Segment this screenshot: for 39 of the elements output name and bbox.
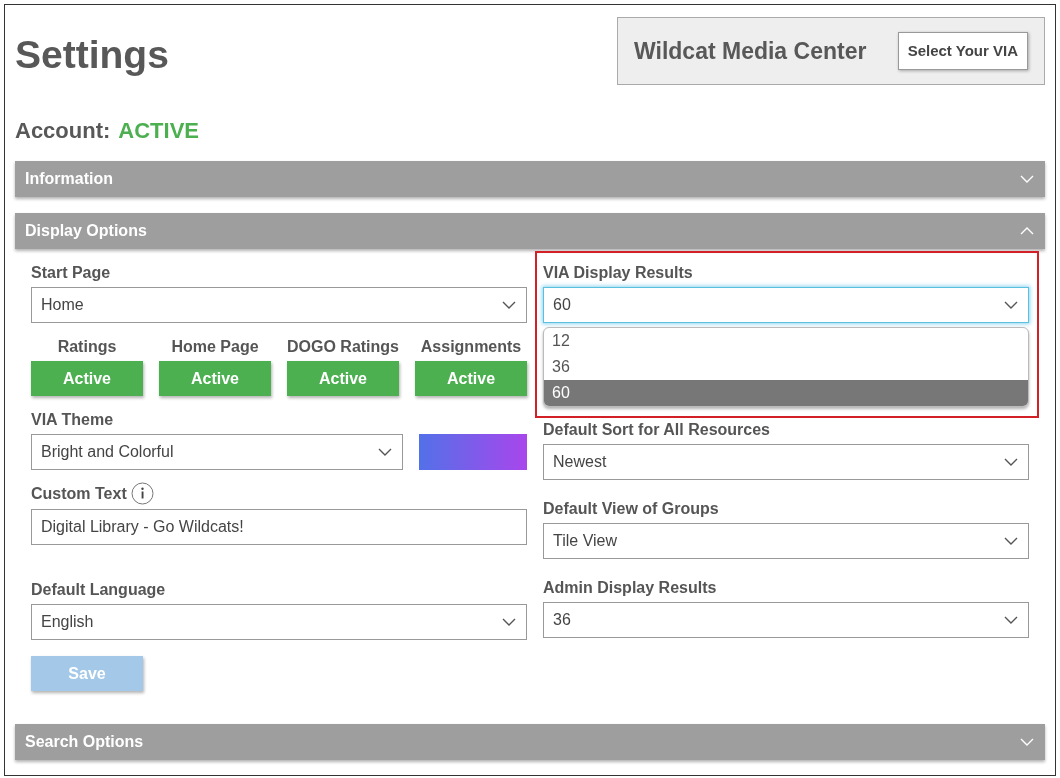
field-label: Default Sort for All Resources	[543, 420, 771, 440]
select-field[interactable]: 60	[543, 287, 1029, 323]
toggle-label: Assignments	[420, 337, 522, 357]
chevron-down-icon	[1019, 738, 1035, 746]
select-field[interactable]: 36	[543, 602, 1029, 638]
district-name: Wildcat Media Center	[634, 36, 867, 66]
field-label: Start Page	[31, 263, 112, 283]
dropdown-option[interactable]: 60	[544, 380, 1028, 406]
account-label: Account:	[15, 120, 111, 142]
page-title: Settings	[15, 35, 169, 78]
field-label: Default Language	[31, 580, 167, 600]
toggle-label: DOGO Ratings	[287, 337, 399, 357]
chevron-up-icon	[1019, 227, 1035, 235]
field-label: Custom Text	[31, 483, 127, 504]
text-input-field[interactable]: Digital Library - Go Wildcats!	[31, 509, 527, 545]
dropdown-option[interactable]: 36	[544, 354, 1028, 380]
chevron-down-icon	[1004, 616, 1018, 624]
chevron-down-icon	[1019, 175, 1035, 183]
chevron-down-icon	[1004, 301, 1018, 309]
select-field[interactable]: Home	[31, 287, 527, 323]
dropdown-option[interactable]: 12	[544, 328, 1028, 354]
select-field[interactable]: Tile View	[543, 523, 1029, 559]
select-field[interactable]: English	[31, 604, 527, 640]
select-field[interactable]: Newest	[543, 444, 1029, 480]
chevron-down-icon	[378, 448, 392, 456]
field-label: VIA Display Results	[543, 263, 694, 283]
chevron-down-icon	[1004, 537, 1018, 545]
select-via-button[interactable]: Select Your VIA	[897, 31, 1028, 71]
chevron-down-icon	[502, 301, 516, 309]
toggle-label: Ratings	[57, 337, 117, 357]
toggle-label: Home Page	[171, 337, 259, 357]
field-label: Admin Display Results	[543, 578, 718, 598]
chevron-down-icon	[502, 618, 516, 626]
field-label: Default View of Groups	[543, 499, 720, 519]
field-label: VIA Theme	[31, 410, 115, 430]
chevron-down-icon	[1004, 458, 1018, 466]
info-icon[interactable]	[130, 482, 154, 505]
account-status: ACTIVE	[118, 120, 199, 142]
select-field[interactable]: Bright and Colorful	[31, 434, 403, 470]
